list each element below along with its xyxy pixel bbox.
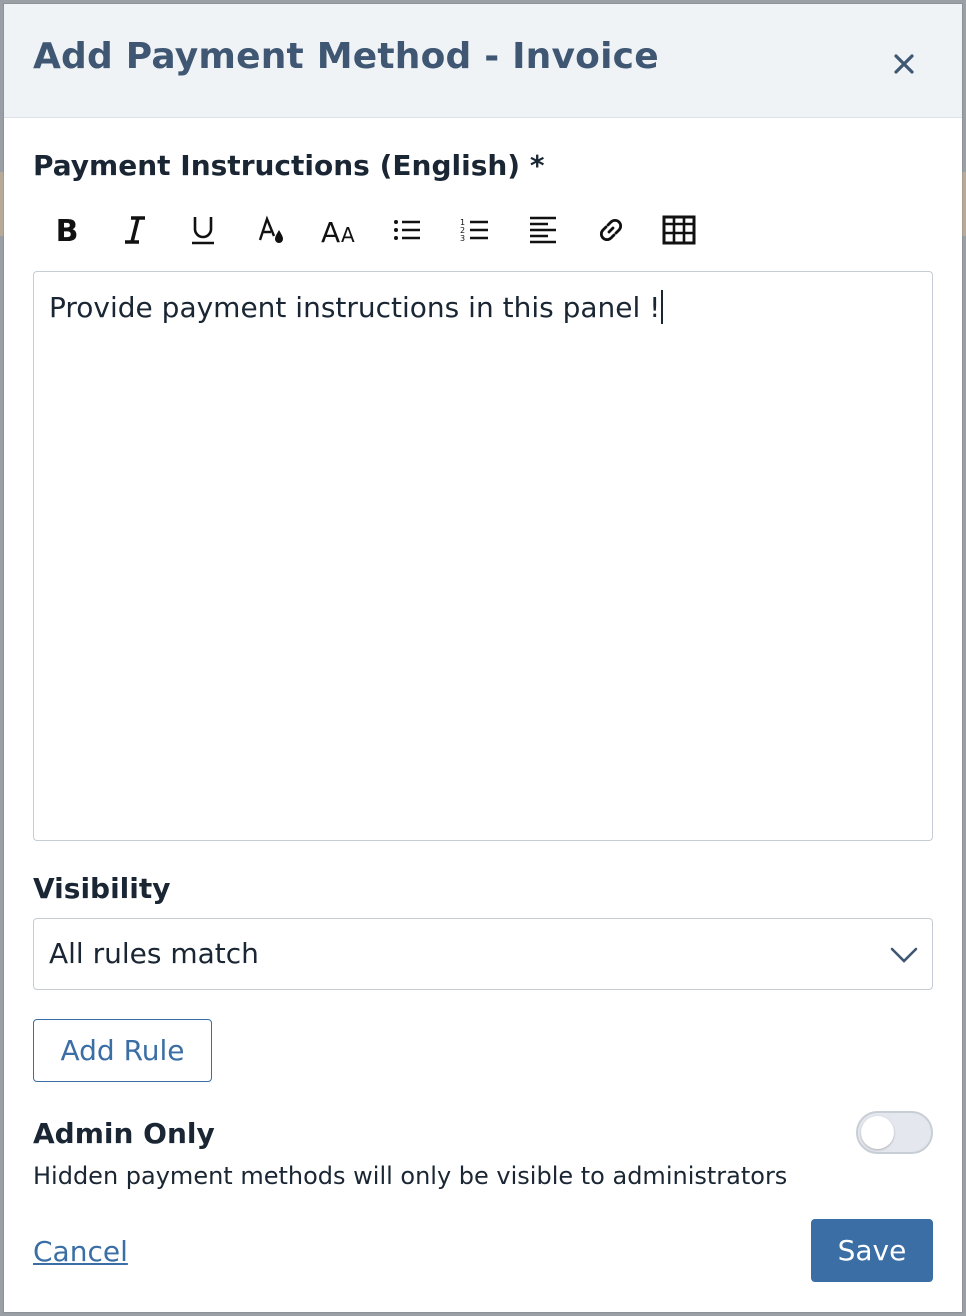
numbered-list-button[interactable]: 1 2 3 xyxy=(446,205,504,255)
align-button[interactable] xyxy=(514,205,572,255)
editor-toolbar: B A A 1 2 3 xyxy=(38,205,718,255)
bold-icon: B xyxy=(56,214,79,246)
italic-button[interactable] xyxy=(106,205,164,255)
editor-content: Provide payment instructions in this pan… xyxy=(49,291,661,324)
admin-only-toggle[interactable] xyxy=(856,1111,933,1154)
cancel-link[interactable]: Cancel xyxy=(33,1235,128,1268)
save-button[interactable]: Save xyxy=(811,1219,933,1282)
link-button[interactable] xyxy=(582,205,640,255)
close-button[interactable] xyxy=(882,42,926,86)
visibility-label: Visibility xyxy=(33,872,171,905)
payment-instructions-editor[interactable]: Provide payment instructions in this pan… xyxy=(33,271,933,841)
bullet-list-button[interactable] xyxy=(378,205,436,255)
chevron-down-icon xyxy=(890,947,918,963)
table-button[interactable] xyxy=(650,205,708,255)
svg-text:A: A xyxy=(321,216,340,246)
svg-text:A: A xyxy=(341,223,355,246)
visibility-select[interactable]: All rules match xyxy=(33,918,933,990)
underline-button[interactable] xyxy=(174,205,232,255)
add-payment-method-modal: Add Payment Method - Invoice Payment Ins… xyxy=(4,4,962,1312)
underline-icon xyxy=(192,217,214,245)
table-icon xyxy=(662,215,696,245)
admin-only-label: Admin Only xyxy=(33,1117,215,1150)
toggle-knob xyxy=(861,1116,894,1149)
numbered-list-icon: 1 2 3 xyxy=(460,218,488,243)
add-rule-button[interactable]: Add Rule xyxy=(33,1019,212,1082)
text-color-icon xyxy=(258,215,283,243)
close-icon xyxy=(894,54,914,74)
font-size-icon: A A xyxy=(321,216,355,246)
italic-icon xyxy=(125,216,145,244)
align-left-icon xyxy=(530,216,556,244)
link-icon xyxy=(599,218,623,242)
modal-title: Add Payment Method - Invoice xyxy=(33,36,659,77)
svg-text:B: B xyxy=(56,214,79,246)
font-size-button[interactable]: A A xyxy=(310,205,368,255)
payment-instructions-label: Payment Instructions (English) * xyxy=(33,149,545,182)
text-caret xyxy=(661,290,664,324)
text-color-button[interactable] xyxy=(242,205,300,255)
modal-header: Add Payment Method - Invoice xyxy=(4,4,962,118)
visibility-selected-value: All rules match xyxy=(49,937,259,970)
admin-only-description: Hidden payment methods will only be visi… xyxy=(33,1162,788,1190)
bullet-list-icon xyxy=(394,220,420,240)
bold-button[interactable]: B xyxy=(38,205,96,255)
svg-text:3: 3 xyxy=(460,234,465,243)
